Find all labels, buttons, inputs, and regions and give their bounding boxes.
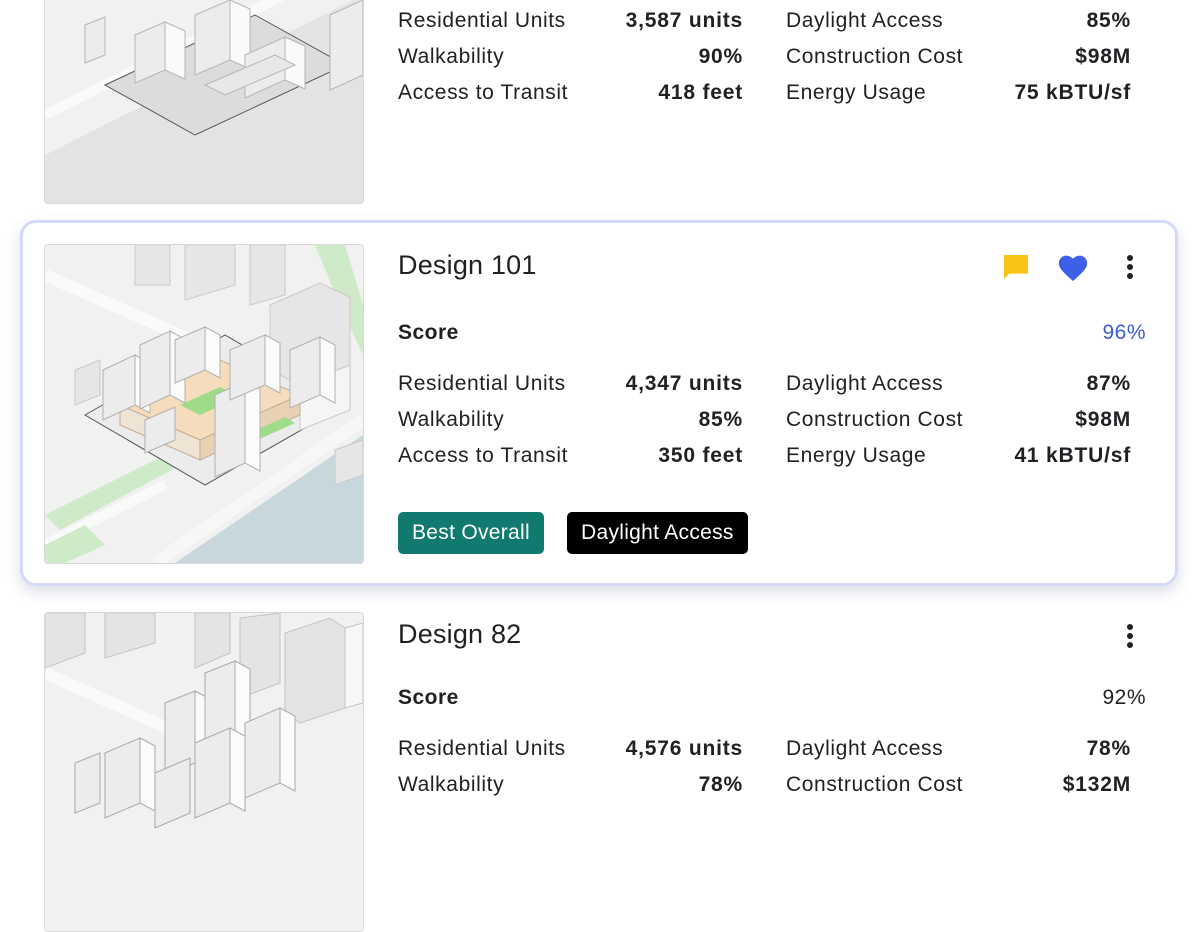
metric-value: 85% bbox=[698, 408, 743, 431]
metric-value: $98M bbox=[1075, 408, 1131, 431]
design-thumbnail[interactable] bbox=[44, 244, 364, 564]
comment-button[interactable] bbox=[996, 247, 1036, 287]
metric-value: 3,587 units bbox=[625, 9, 743, 32]
metric-label: Residential Units bbox=[398, 9, 566, 32]
metric-value: 75 kBTU/sf bbox=[1014, 81, 1131, 104]
heart-icon bbox=[1058, 255, 1088, 282]
comment-icon bbox=[1004, 255, 1028, 279]
massing-model-image bbox=[45, 0, 363, 203]
metric-label: Energy Usage bbox=[786, 444, 927, 467]
more-vert-icon bbox=[1127, 624, 1133, 648]
metric-label: Walkability bbox=[398, 408, 505, 431]
massing-model-image bbox=[45, 613, 363, 931]
metric-label: Access to Transit bbox=[398, 444, 569, 467]
tag-daylight-access[interactable]: Daylight Access bbox=[567, 512, 748, 554]
metric-value: 4,576 units bbox=[625, 737, 743, 760]
metric-value: 90% bbox=[698, 45, 743, 68]
metric-value: 78% bbox=[1086, 737, 1131, 760]
metric-label: Construction Cost bbox=[786, 773, 964, 796]
more-options-button[interactable] bbox=[1110, 247, 1150, 287]
metric-value: $98M bbox=[1075, 45, 1131, 68]
metric-value: 418 feet bbox=[658, 81, 743, 104]
metric-label: Access to Transit bbox=[398, 81, 569, 104]
metric-label: Daylight Access bbox=[786, 372, 944, 395]
metric-value: $132M bbox=[1062, 773, 1131, 796]
metric-label: Daylight Access bbox=[786, 737, 944, 760]
score-label: Score bbox=[398, 686, 459, 709]
score-value: 96% bbox=[1102, 321, 1146, 344]
metric-value: 350 feet bbox=[658, 444, 743, 467]
metric-value: 4,347 units bbox=[625, 372, 743, 395]
metric-label: Construction Cost bbox=[786, 408, 964, 431]
design-thumbnail[interactable] bbox=[44, 0, 364, 204]
metric-label: Energy Usage bbox=[786, 81, 927, 104]
score-label: Score bbox=[398, 321, 459, 344]
metric-value: 41 kBTU/sf bbox=[1014, 444, 1131, 467]
more-vert-icon bbox=[1127, 255, 1133, 279]
design-card-selected[interactable]: Design 101 Score 96% Residential Units 4… bbox=[20, 220, 1178, 586]
metric-label: Walkability bbox=[398, 773, 505, 796]
favorite-button[interactable] bbox=[1053, 247, 1093, 287]
design-title: Design 82 bbox=[398, 619, 522, 649]
design-title: Design 101 bbox=[398, 250, 537, 280]
tag-best-overall[interactable]: Best Overall bbox=[398, 512, 544, 554]
metric-label: Residential Units bbox=[398, 737, 566, 760]
score-value: 92% bbox=[1102, 686, 1146, 709]
design-thumbnail[interactable] bbox=[44, 612, 364, 932]
design-card[interactable]: Residential Units 3,587 units Walkabilit… bbox=[20, 0, 1178, 210]
metric-label: Construction Cost bbox=[786, 45, 964, 68]
metric-value: 85% bbox=[1086, 9, 1131, 32]
metric-value: 78% bbox=[698, 773, 743, 796]
metric-label: Daylight Access bbox=[786, 9, 944, 32]
metric-label: Residential Units bbox=[398, 372, 566, 395]
metric-value: 87% bbox=[1086, 372, 1131, 395]
design-card[interactable]: Design 82 Score 92% Residential Units 4,… bbox=[20, 600, 1178, 932]
massing-model-image bbox=[45, 245, 363, 563]
more-options-button[interactable] bbox=[1110, 616, 1150, 656]
metric-label: Walkability bbox=[398, 45, 505, 68]
